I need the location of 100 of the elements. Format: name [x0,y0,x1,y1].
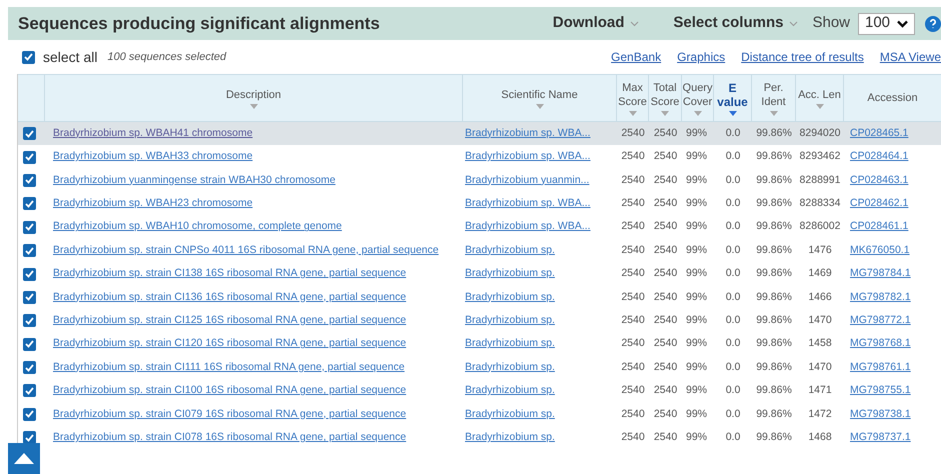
cell-link[interactable]: Bradyrhizobium sp. WBA... [463,219,617,236]
row-checkbox[interactable] [23,361,36,374]
column-header[interactable]: Max Score [617,75,649,121]
select-all-checkbox[interactable] [22,50,35,64]
column-header[interactable]: Acc. Len [796,75,844,121]
column-header[interactable]: E value [714,75,752,121]
table-cell-text: 0.0 [724,242,742,258]
cell-link[interactable]: Bradyrhizobium sp. [463,383,617,399]
cell-link[interactable]: MG798782.1 [844,290,941,306]
cell-link[interactable]: Bradyrhizobium sp. strain CI100 16S ribosomal RNA gene, partial sequence [45,383,463,399]
cell-link[interactable]: Bradyrhizobium sp. WBA... [463,149,617,165]
column-header[interactable]: Scientific Name [463,75,617,121]
column-header[interactable]: Accession [844,75,941,121]
column-header[interactable]: Per. Ident [752,75,796,121]
row-checkbox[interactable] [23,314,36,328]
table-cell-text: 2540 [652,149,678,164]
cell-link[interactable]: Bradyrhizobium sp. WBAH33 chromosome [45,149,463,165]
cell-link[interactable]: MG798738.1 [844,406,941,422]
cell-link[interactable]: Bradyrhizobium sp. strain CI120 16S ribosomal RNA gene, partial sequence [45,336,463,352]
row-checkbox[interactable] [23,338,36,351]
cell-link[interactable]: CP028462.1 [844,196,941,212]
table-cell-text: 99.86% [755,406,793,422]
table-cell-text: 2540 [620,172,646,188]
cell-link[interactable]: Bradyrhizobium sp. strain CI125 16S ribosomal RNA gene, partial sequence [45,312,463,329]
cell-link[interactable]: Bradyrhizobium sp. strain CI138 16S ribosomal RNA gene, partial sequence [45,266,463,282]
table-cell-text: 2540 [652,290,678,305]
toolbar-link[interactable]: Graphics [677,48,726,66]
column-header[interactable]: Total Score [649,75,682,121]
cell-link[interactable]: Bradyrhizobium sp. strain CI079 16S ribosomal RNA gene, partial sequence [45,406,463,422]
show-count-select[interactable]: 100 [858,12,915,34]
table-cell-text: 2540 [620,242,646,258]
table-cell-text: 1471 [807,383,833,398]
table-cell-text: 8288991 [798,172,842,188]
row-checkbox[interactable] [23,268,36,281]
column-header[interactable]: Query Cover [682,75,714,121]
toolbar-link[interactable]: GenBank [611,48,662,66]
cell-link[interactable]: MG798755.1 [844,383,941,399]
cell-link[interactable]: MK676050.1 [844,242,941,259]
download-menu[interactable]: Download [552,12,640,35]
cell-link[interactable]: Bradyrhizobium yuanmin... [463,172,617,188]
cell-link[interactable]: Bradyrhizobium sp. [463,266,617,282]
select-columns-menu[interactable]: Select columns [673,12,798,35]
table-cell-text: 99% [685,266,708,282]
row-checkbox[interactable] [23,384,36,398]
cell-link[interactable]: Bradyrhizobium sp. WBAH23 chromosome [45,196,463,212]
column-header[interactable]: Description [45,75,463,121]
cell-link[interactable]: Bradyrhizobium sp. [463,242,617,259]
toolbar-link[interactable]: Distance tree of results [741,48,864,66]
chevron-down-icon [630,20,640,26]
cell-link[interactable]: Bradyrhizobium sp. strain CI136 16S ribosomal RNA gene, partial sequence [45,290,463,306]
help-icon[interactable] [925,16,941,32]
cell-link[interactable]: MG798761.1 [844,360,941,376]
cell-link[interactable]: Bradyrhizobium sp. WBA... [463,126,617,142]
table-cell-text: 2540 [652,430,678,445]
table-cell-text: 99% [685,430,708,445]
table-cell-text: 2540 [652,406,678,422]
cell-link[interactable]: MG798737.1 [844,430,941,446]
cell-link[interactable]: Bradyrhizobium sp. [463,312,617,329]
cell-link[interactable]: CP028464.1 [844,149,941,165]
cell-link[interactable]: Bradyrhizobium sp. strain CI078 16S ribosomal RNA gene, partial sequence [45,430,463,446]
table-row[interactable]: Bradyrhizobium sp. WBAH41 chromosome Bradyrhizobium sp. WBA... 2540 2540 99% 0.0 99.86% 8294020 CP028465.1 [18,122,941,146]
cell-link[interactable]: CP028463.1 [844,172,941,188]
row-checkbox[interactable] [23,290,36,304]
cell-link[interactable]: Bradyrhizobium sp. [463,430,617,446]
row-checkbox[interactable] [23,244,36,258]
cell-link[interactable]: Bradyrhizobium sp. [463,336,617,352]
row-checkbox[interactable] [23,197,36,210]
cell-link[interactable]: Bradyrhizobium sp. WBAH10 chromosome, complete genome [45,219,463,236]
cell-link[interactable]: MG798772.1 [844,312,941,329]
table-cell-text: 2540 [652,312,678,328]
table-cell-text: 0.0 [724,383,742,398]
cell-link[interactable]: CP028465.1 [844,126,941,142]
table-cell-text: 1470 [807,360,833,375]
row-checkbox[interactable] [23,408,36,421]
toolbar-link[interactable]: MSA Viewe [880,48,941,66]
table-cell-text: 2540 [620,360,646,375]
cell-link[interactable]: Bradyrhizobium sp. [463,290,617,306]
table-cell-text: 0.0 [724,266,742,282]
row-checkbox[interactable] [23,220,36,234]
row-checkbox[interactable] [23,150,36,164]
table-cell-text: 1476 [807,242,833,258]
row-checkbox[interactable] [23,127,36,140]
cell-link[interactable]: CP028461.1 [844,219,941,236]
scroll-to-top-button[interactable] [8,443,40,474]
row-checkbox[interactable] [23,174,36,187]
table-cell-text: 1469 [807,266,833,282]
cell-link[interactable]: Bradyrhizobium sp. WBA... [463,196,617,212]
row-checkbox[interactable] [23,431,36,444]
cell-link[interactable]: Bradyrhizobium sp. strain CNPSo 4011 16S ribosomal RNA gene, partial sequence [45,242,463,259]
cell-link[interactable]: MG798784.1 [844,266,941,282]
cell-link[interactable]: Bradyrhizobium sp. [463,360,617,376]
cell-link[interactable]: Bradyrhizobium sp. strain CI111 16S ribosomal RNA gene, partial sequence [45,360,463,376]
cell-link[interactable]: Bradyrhizobium sp. WBAH41 chromosome [45,126,463,142]
table-cell-text: 99% [685,149,708,164]
table-cell-text: 2540 [620,266,646,282]
cell-link[interactable]: MG798768.1 [844,336,941,352]
cell-link[interactable]: Bradyrhizobium sp. [463,406,617,422]
table-cell-text: 0.0 [724,172,742,188]
cell-link[interactable]: Bradyrhizobium yuanmingense strain WBAH30 chromosome [45,172,463,188]
table-cell-text: 2540 [620,430,646,445]
